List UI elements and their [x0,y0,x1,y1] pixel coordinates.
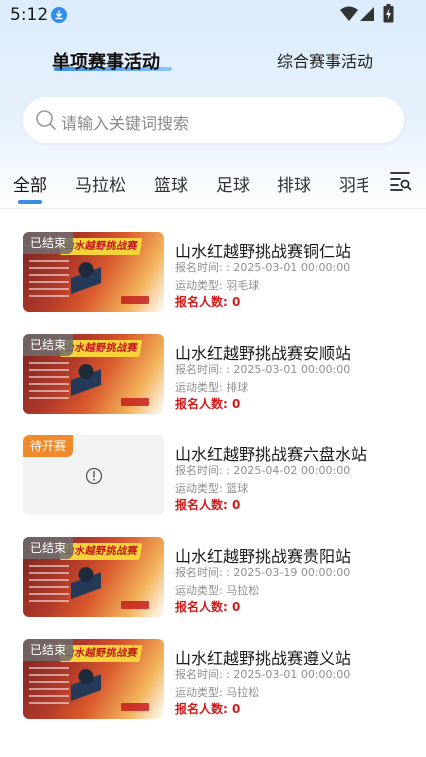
event-time-value: 2025-03-01 00:00:00 [233,668,351,681]
event-card[interactable]: 待开赛 山水红越野挑战赛六盘水站 报名时间: : 2025-04-02 00:0… [0,435,426,525]
poster-logo [121,296,149,304]
event-type: 运动类型: 羽毛球 [175,277,259,293]
poster-runner [71,567,101,609]
event-time-label: 报名时间: : [175,464,230,477]
status-badge: 已结束 [23,537,74,559]
category-divider [0,208,426,209]
status-bar: 5:12 [0,0,426,30]
event-type-label: 运动类型: [175,279,223,292]
event-poster: 山水越野挑战赛 已结束 [23,334,164,414]
event-count: 报名人数: 0 [175,395,240,412]
category-tab-badminton-clip: 羽毛 [330,171,368,197]
status-badge: 已结束 [23,334,74,356]
status-badge: 已结束 [23,232,74,254]
poster-lines [29,362,69,402]
event-count-label: 报名人数: [175,498,228,512]
wifi-icon [340,6,358,21]
poster-lines [29,565,69,605]
category-tab-volleyball[interactable]: 排球 [277,171,311,196]
search-icon [36,110,56,130]
category-tab-badminton[interactable]: 羽毛 [339,171,368,196]
event-time: 报名时间: : 2025-04-02 00:00:00 [175,462,350,478]
event-time: 报名时间: : 2025-03-19 00:00:00 [175,564,350,580]
signal-icon [360,7,374,21]
event-time: 报名时间: : 2025-03-01 00:00:00 [175,361,350,377]
event-poster: 山水越野挑战赛 已结束 [23,232,164,312]
category-tab-football[interactable]: 足球 [216,171,250,196]
event-time: 报名时间: : 2025-03-01 00:00:00 [175,666,350,682]
poster-logo [121,601,149,609]
category-tab-basketball[interactable]: 篮球 [154,171,188,196]
search-input[interactable]: 请输入关键词搜索 [23,97,404,143]
event-card[interactable]: 山水越野挑战赛 已结束 山水红越野挑战赛遵义站 报名时间: : 2025-03-… [0,639,426,729]
event-card[interactable]: 山水越野挑战赛 已结束 山水红越野挑战赛贵阳站 报名时间: : 2025-03-… [0,537,426,627]
event-count-label: 报名人数: [175,295,228,309]
poster-logo [121,398,149,406]
event-count-value: 0 [232,295,241,309]
event-time-value: 2025-04-02 00:00:00 [233,464,351,477]
event-time-value: 2025-03-01 00:00:00 [233,363,351,376]
event-count: 报名人数: 0 [175,293,240,310]
poster-runner [71,262,101,304]
event-time-label: 报名时间: : [175,261,230,274]
event-count-value: 0 [232,702,241,716]
event-count-value: 0 [232,600,241,614]
event-card[interactable]: 山水越野挑战赛 已结束 山水红越野挑战赛铜仁站 报名时间: : 2025-03-… [0,232,426,322]
event-time: 报名时间: : 2025-03-01 00:00:00 [175,259,350,275]
tab-composite-events[interactable]: 综合赛事活动 [277,48,373,72]
poster-runner [71,364,101,406]
tab-single-events[interactable]: 单项赛事活动 [52,48,160,74]
event-time-label: 报名时间: : [175,566,230,579]
event-count-label: 报名人数: [175,702,228,716]
event-type-label: 运动类型: [175,482,223,495]
info-icon [85,467,103,485]
event-count-value: 0 [232,498,241,512]
poster-lines [29,667,69,707]
category-tabs: 全部 马拉松 篮球 足球 排球 羽毛 [0,168,426,208]
event-type: 运动类型: 马拉松 [175,582,259,598]
event-poster: 山水越野挑战赛 已结束 [23,639,164,719]
event-type-value: 马拉松 [226,584,260,597]
event-time-label: 报名时间: : [175,363,230,376]
event-count-label: 报名人数: [175,397,228,411]
search-placeholder: 请输入关键词搜索 [61,114,190,133]
event-poster: 山水越野挑战赛 已结束 [23,537,164,617]
event-count-value: 0 [232,397,241,411]
status-time: 5:12 [10,5,49,25]
event-time-value: 2025-03-01 00:00:00 [233,261,351,274]
event-type: 运动类型: 排球 [175,379,248,395]
poster-lines [29,260,69,300]
event-time-value: 2025-03-19 00:00:00 [233,566,351,579]
event-count: 报名人数: 0 [175,496,240,513]
category-tab-all[interactable]: 全部 [13,171,47,196]
event-type-value: 马拉松 [226,686,260,699]
event-type-label: 运动类型: [175,584,223,597]
event-poster-placeholder: 待开赛 [23,435,164,515]
category-tab-marathon[interactable]: 马拉松 [75,171,126,196]
event-type-value: 排球 [226,381,249,394]
event-count: 报名人数: 0 [175,598,240,615]
event-count: 报名人数: 0 [175,700,240,717]
poster-logo [121,703,149,711]
event-type-value: 篮球 [226,482,249,495]
category-active-indicator [18,200,42,204]
event-type: 运动类型: 篮球 [175,480,248,496]
event-count-label: 报名人数: [175,600,228,614]
event-time-label: 报名时间: : [175,668,230,681]
event-type: 运动类型: 马拉松 [175,684,259,700]
event-type-label: 运动类型: [175,381,223,394]
filter-search-icon[interactable] [390,170,412,192]
event-type-label: 运动类型: [175,686,223,699]
status-badge: 待开赛 [23,435,74,457]
event-type-value: 羽毛球 [226,279,260,292]
download-icon [51,7,67,23]
event-card[interactable]: 山水越野挑战赛 已结束 山水红越野挑战赛安顺站 报名时间: : 2025-03-… [0,334,426,424]
poster-runner [71,669,101,711]
battery-icon [383,4,394,23]
status-badge: 已结束 [23,639,74,661]
